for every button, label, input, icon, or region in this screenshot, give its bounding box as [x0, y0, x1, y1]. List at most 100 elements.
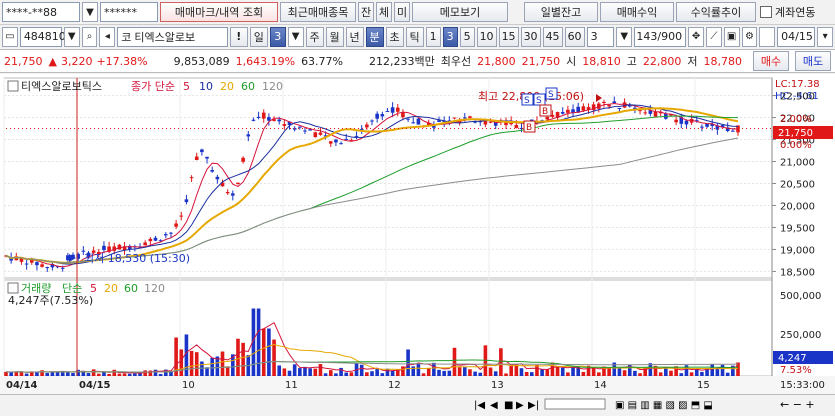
- zoom-controls-icon[interactable]: ← − +: [780, 398, 815, 411]
- interval-button[interactable]: 60: [564, 26, 585, 47]
- interval-button[interactable]: 10: [476, 26, 497, 47]
- period-tab[interactable]: 월: [325, 26, 344, 47]
- sell-button[interactable]: 매도: [795, 51, 831, 71]
- interval-button[interactable]: 5: [459, 26, 475, 47]
- custom-interval-value: 3: [590, 30, 598, 43]
- password-input[interactable]: ******: [100, 2, 158, 22]
- period-day-button[interactable]: 일: [249, 26, 268, 47]
- stock-code-value: 484810: [23, 30, 66, 43]
- candle-body: [251, 119, 256, 121]
- period-tab[interactable]: 주: [305, 26, 324, 47]
- candle-body: [318, 132, 323, 135]
- volume-bar: [493, 371, 498, 376]
- volume-bar: [452, 347, 457, 376]
- interval-button[interactable]: 15: [498, 26, 519, 47]
- history-icon[interactable]: ◂: [99, 26, 116, 47]
- volume-bar: [334, 373, 338, 376]
- volume-bar: [241, 342, 245, 376]
- draw-tool-icon[interactable]: ⟋: [705, 26, 722, 47]
- trade-profit-button[interactable]: 매매수익: [600, 2, 674, 22]
- recent-stocks-button[interactable]: 최근매매종목: [280, 2, 356, 22]
- trade-mark-button[interactable]: 매매마크/내역 조회: [160, 2, 278, 22]
- volume-tick-500k: 500,000: [780, 291, 821, 302]
- volume-bar: [256, 308, 261, 376]
- volume-bar: [380, 373, 385, 376]
- date-checkbox[interactable]: [759, 26, 776, 47]
- bar-count-field[interactable]: 143/900: [634, 26, 687, 47]
- interval-button[interactable]: 45: [542, 26, 563, 47]
- period-dropdown-icon[interactable]: ▼: [287, 26, 304, 47]
- candle-body: [194, 156, 199, 160]
- volume-bar: [179, 349, 184, 376]
- return-trend-button[interactable]: 수익률추이: [676, 2, 756, 22]
- period-tab[interactable]: 분: [365, 26, 384, 47]
- candle-body: [40, 264, 44, 267]
- volume-bar: [40, 370, 44, 376]
- candle-body: [313, 132, 318, 138]
- first-icon[interactable]: |◀: [474, 400, 485, 411]
- x-axis-label: 11: [285, 380, 298, 391]
- chart-svg[interactable]: 티엑스알로보틱스 종가 단순 5 10 20 60 120 최고 22,800 …: [0, 74, 835, 394]
- account-link-toggle[interactable]: 계좌연동: [760, 4, 815, 20]
- code-dropdown-icon[interactable]: ▼: [63, 26, 80, 47]
- chart-option-icon[interactable]: ⚙: [741, 26, 758, 47]
- chart-toolbar: ▭ 484810 ▼ ⌕ ◂ 코 티엑스알로보 ! 일 3 ▼ 주월년분초틱 1…: [0, 24, 835, 48]
- volume-bar: [328, 370, 333, 376]
- balance-button[interactable]: 잔: [358, 2, 374, 22]
- custom-interval-dropdown-icon[interactable]: ▼: [616, 26, 633, 47]
- candle-body: [148, 238, 153, 242]
- period-tab[interactable]: 년: [345, 26, 364, 47]
- scroll-track[interactable]: [0, 397, 470, 411]
- volume-bar: [478, 372, 483, 376]
- date-dropdown-icon[interactable]: ▾: [817, 26, 833, 47]
- candle-body: [370, 120, 374, 122]
- period-tab[interactable]: 틱: [405, 26, 424, 47]
- prev-icon[interactable]: ◀: [490, 400, 498, 411]
- period-tab[interactable]: 초: [385, 26, 404, 47]
- open-label: 시: [566, 55, 577, 68]
- volume-bar: [127, 373, 132, 376]
- date-input[interactable]: 04/15: [777, 26, 816, 47]
- volume-bar: [287, 370, 292, 376]
- stock-name-field[interactable]: 코 티엑스알로보: [117, 26, 228, 47]
- legend-ma120: 120: [262, 80, 283, 93]
- candle-body: [60, 267, 65, 269]
- zoom-slider[interactable]: [544, 398, 606, 410]
- candle-body: [267, 117, 271, 121]
- memo-button[interactable]: 메모보기: [412, 2, 508, 22]
- candle-body: [390, 107, 395, 113]
- price-chart[interactable]: 티엑스알로보틱스 종가 단순 5 10 20 60 120 최고 22,800 …: [0, 74, 835, 394]
- interval-button[interactable]: 1: [425, 26, 441, 47]
- candle-body: [184, 199, 189, 203]
- open-price: 18,810: [582, 54, 621, 68]
- stop-icon[interactable]: ■: [504, 400, 513, 411]
- tool-icons[interactable]: ▣ ▤ ▥ ▦ ▧ ▨ ⬒ ⬓: [615, 400, 713, 411]
- filled-button[interactable]: 체: [376, 2, 392, 22]
- account-input[interactable]: ****-**88: [2, 2, 80, 22]
- daily-balance-button[interactable]: 일별잔고: [524, 2, 598, 22]
- volume-bar: [411, 366, 416, 376]
- interval-button[interactable]: 30: [520, 26, 541, 47]
- volume-bar: [679, 373, 684, 376]
- unfilled-button[interactable]: 미: [394, 2, 410, 22]
- candle-body: [462, 117, 467, 119]
- volume-bar: [416, 363, 421, 376]
- alert-button[interactable]: !: [229, 26, 248, 47]
- interval-button[interactable]: 3: [442, 26, 458, 47]
- buy-button[interactable]: 매수: [753, 51, 789, 71]
- account-dropdown-icon[interactable]: ▼: [82, 2, 98, 22]
- account-link-checkbox[interactable]: [760, 6, 772, 18]
- chart-layout-icon[interactable]: ▭: [2, 26, 18, 47]
- custom-interval-input[interactable]: 3: [586, 26, 615, 47]
- search-icon[interactable]: ⌕: [81, 26, 98, 47]
- volume-bar: [555, 366, 560, 376]
- change-value: 3,220: [60, 54, 93, 68]
- period-num-button[interactable]: 3: [269, 26, 286, 47]
- stock-code-input[interactable]: 484810: [19, 26, 66, 47]
- chart-navigation-bar: |◀ ◀ ■ ▶ ▶| ▣ ▤ ▥ ▦ ▧ ▨ ⬒ ⬓ ← − +: [0, 394, 835, 412]
- volume-ratio: 1,643.19%: [235, 54, 296, 68]
- save-icon[interactable]: ▣: [723, 26, 740, 47]
- next-icon[interactable]: ▶: [516, 400, 524, 411]
- crosshair-icon[interactable]: ✥: [688, 26, 704, 47]
- last-icon[interactable]: ▶|: [528, 400, 539, 411]
